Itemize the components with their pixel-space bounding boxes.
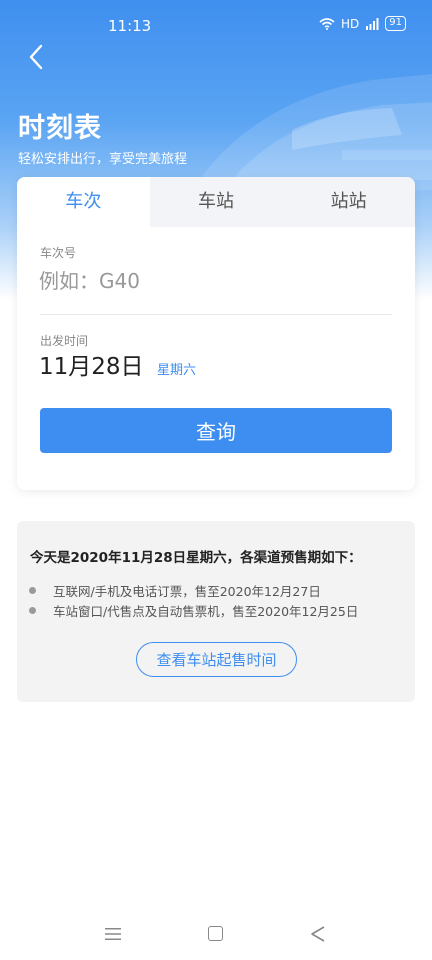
departure-date[interactable]: 11月28日 (39, 347, 144, 381)
tab-train-number[interactable]: 车次 (17, 177, 150, 227)
signal-icon (366, 17, 379, 30)
notice-item-text: 车站窗口/代售点及自动售票机，售至2020年12月25日 (53, 604, 359, 619)
network-type: HD (341, 16, 360, 31)
bullet-icon (29, 587, 36, 594)
notice-item-text: 互联网/手机及电话订票，售至2020年12月27日 (53, 584, 321, 599)
train-number-input[interactable] (39, 265, 379, 297)
notice-title: 今天是2020年11月28日星期六，各渠道预售期如下： (30, 550, 362, 566)
query-button[interactable]: 查询 (40, 408, 392, 453)
tab-station-to-station[interactable]: 站站 (282, 177, 415, 227)
view-station-sale-time-button[interactable]: 查看车站起售时间 (136, 642, 297, 677)
menu-icon[interactable] (104, 926, 122, 942)
departure-weekday: 星期六 (157, 363, 197, 378)
page-subtitle: 轻松安排出行，享受完美旅程 (18, 152, 188, 167)
system-nav-bar (0, 910, 432, 960)
home-icon[interactable] (208, 926, 223, 941)
train-number-label: 车次号 (40, 246, 77, 260)
back-arrow-icon[interactable] (22, 42, 52, 72)
status-bar: 11:13 HD 91 (0, 0, 432, 52)
back-triangle-icon[interactable] (310, 925, 326, 943)
search-tabs: 车次 车站 站站 (17, 177, 415, 227)
status-icons: HD 91 (319, 16, 406, 31)
search-card: 车次 车站 站站 车次号 出发时间 11月28日 星期六 查询 (17, 177, 415, 490)
battery-icon: 91 (385, 16, 406, 31)
tab-station[interactable]: 车站 (149, 177, 283, 227)
presale-notice: 今天是2020年11月28日星期六，各渠道预售期如下： 互联网/手机及电话订票，… (17, 521, 415, 702)
status-time: 11:13 (108, 17, 152, 35)
wifi-icon (319, 17, 335, 30)
divider (40, 314, 392, 315)
list-item: 互联网/手机及电话订票，售至2020年12月27日 (29, 581, 321, 600)
list-item: 车站窗口/代售点及自动售票机，售至2020年12月25日 (29, 601, 358, 620)
bullet-icon (29, 607, 36, 614)
page-title: 时刻表 (18, 113, 102, 144)
